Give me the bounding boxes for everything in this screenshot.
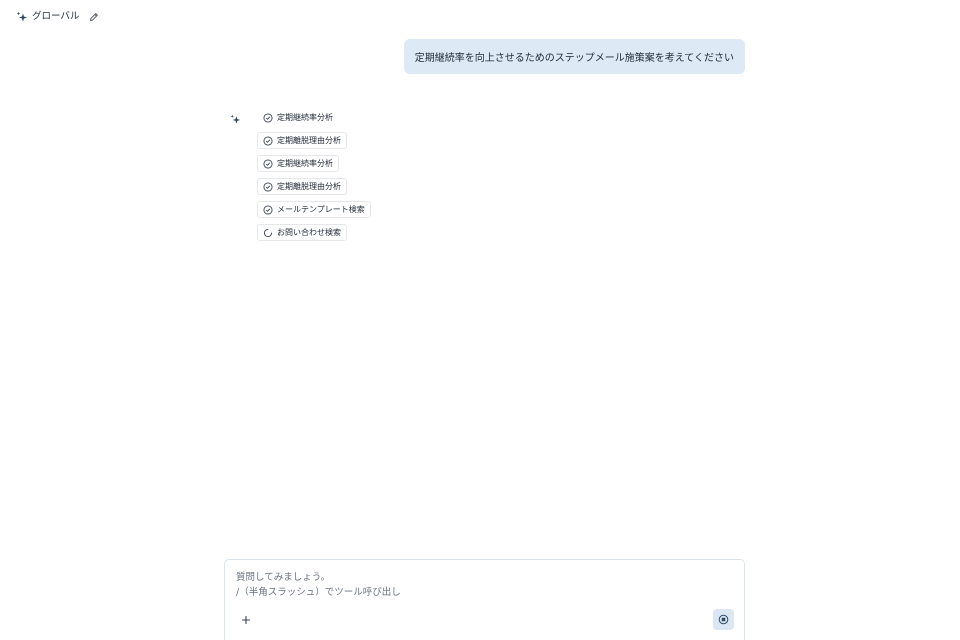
tool-step[interactable]: お問い合わせ検索 [257,224,347,241]
user-message-bubble: 定期継続率を向上させるためのステップメール施策案を考えてください [403,39,745,74]
sparkle-icon [16,11,28,23]
tool-step-label: お問い合わせ検索 [277,228,341,237]
placeholder-line: /（半角スラッシュ）でツール呼び出し [236,586,401,598]
header: グローバル [16,9,100,25]
check-circle-icon [263,158,273,169]
tool-step[interactable]: 定期継続率分析 [257,109,339,126]
app-window: グローバル 定期継続率を向上させるためのステップメール施策案を考えてください 定… [0,0,960,640]
tool-step-label: 定期継続率分析 [277,159,333,168]
stop-icon [718,614,729,625]
check-circle-icon [263,135,273,146]
pencil-icon[interactable] [88,11,100,23]
tool-step-label: メールテンプレート検索 [277,205,365,214]
user-message: 定期継続率を向上させるためのステップメール施策案を考えてください [403,39,745,74]
loading-spinner-icon [263,228,273,238]
tool-step-label: 定期離脱理由分析 [277,136,341,145]
tool-step[interactable]: 定期離脱理由分析 [257,132,347,149]
check-circle-icon [263,112,273,123]
tool-step[interactable]: 定期離脱理由分析 [257,178,347,195]
chat-input-placeholder[interactable]: 質問してみましょう。 /（半角スラッシュ）でツール呼び出し [236,571,401,600]
tool-step[interactable]: 定期継続率分析 [257,155,339,172]
sparkle-icon [230,114,241,125]
tool-step[interactable]: メールテンプレート検索 [257,201,371,218]
check-circle-icon [263,204,273,215]
check-circle-icon [263,181,273,192]
stop-button[interactable] [713,609,734,630]
plus-icon[interactable] [239,613,253,627]
tool-step-label: 定期離脱理由分析 [277,182,341,191]
placeholder-line: 質問してみましょう。 [236,572,331,583]
tool-step-label: 定期継続率分析 [277,113,333,122]
page-title: グローバル [32,11,80,22]
chat-input-box[interactable]: 質問してみましょう。 /（半角スラッシュ）でツール呼び出し [224,559,745,640]
